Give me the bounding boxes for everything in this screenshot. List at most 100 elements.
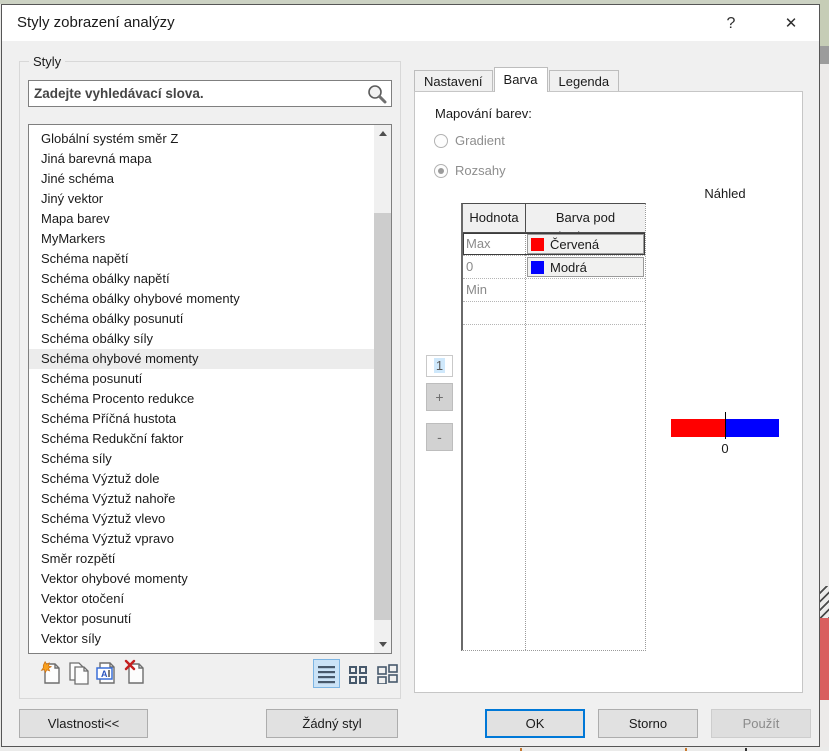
preview-zero-label: 0 bbox=[695, 441, 755, 456]
background-fragment bbox=[820, 586, 829, 618]
style-list-item[interactable]: Vektor ohybové momenty bbox=[29, 569, 374, 589]
style-list-item[interactable]: Schéma Redukční faktor bbox=[29, 429, 374, 449]
add-row-button[interactable]: + bbox=[426, 383, 453, 411]
style-list-item[interactable]: Jiný vektor bbox=[29, 189, 374, 209]
row-count-field[interactable]: 1 bbox=[426, 355, 453, 377]
ranges-radio[interactable]: Rozsahy bbox=[434, 163, 506, 178]
no-style-button[interactable]: Žádný styl bbox=[266, 709, 398, 738]
background-app-bottom-strip bbox=[0, 747, 829, 751]
style-list-item[interactable]: Globální systém směr Z bbox=[29, 129, 374, 149]
rename-style-icon[interactable]: A bbox=[95, 659, 120, 688]
table-row[interactable] bbox=[463, 302, 645, 325]
color-cell[interactable]: Modrá bbox=[526, 256, 645, 278]
style-list-item[interactable]: Vektor síly bbox=[29, 629, 374, 649]
small-icons-view-icon[interactable] bbox=[344, 659, 371, 688]
color-cell[interactable] bbox=[526, 302, 645, 324]
radio-checked-icon[interactable] bbox=[434, 164, 448, 178]
style-list-item[interactable]: Schéma Příčná hustota bbox=[29, 409, 374, 429]
style-list-items: Globální systém směr ZJiná barevná mapaJ… bbox=[29, 129, 374, 653]
style-list-item[interactable]: Schéma obálky ohybové momenty bbox=[29, 289, 374, 309]
preview-bar-negative-segment bbox=[671, 419, 725, 437]
analysis-display-styles-dialog: Styly zobrazení analýzy ? ✕ Styly Zadejt… bbox=[1, 4, 820, 747]
color-column-header[interactable]: Barva pod hodnotou bbox=[526, 204, 645, 232]
style-list-item[interactable]: Směr rozpětí bbox=[29, 549, 374, 569]
scroll-down-icon[interactable] bbox=[374, 636, 391, 653]
titlebar[interactable]: Styly zobrazení analýzy ? ✕ bbox=[2, 5, 819, 41]
style-list-item[interactable]: Schéma Výztuž dole bbox=[29, 469, 374, 489]
scrollbar-thumb[interactable] bbox=[374, 213, 391, 620]
close-button[interactable]: ✕ bbox=[774, 11, 808, 37]
style-list-item[interactable]: Jiná barevná mapa bbox=[29, 149, 374, 169]
color-cell[interactable] bbox=[526, 279, 645, 301]
ranges-radio-label: Rozsahy bbox=[455, 163, 506, 178]
cancel-button[interactable]: Storno bbox=[598, 709, 698, 738]
value-column-header[interactable]: Hodnota bbox=[463, 204, 526, 232]
style-list-item[interactable]: Schéma napětí bbox=[29, 249, 374, 269]
color-picker-button[interactable]: Modrá bbox=[527, 257, 644, 277]
radio-icon[interactable] bbox=[434, 134, 448, 148]
list-scrollbar[interactable] bbox=[374, 125, 391, 653]
style-list-item[interactable]: Schéma obálky posunutí bbox=[29, 309, 374, 329]
preview-bar-positive-segment bbox=[725, 419, 779, 437]
background-app-right-strip bbox=[820, 0, 829, 751]
new-style-icon[interactable] bbox=[39, 659, 64, 688]
value-cell[interactable]: Min bbox=[463, 279, 526, 301]
style-list-item[interactable]: Schéma Výztuž nahoře bbox=[29, 489, 374, 509]
background-fragment bbox=[820, 0, 829, 46]
color-mapping-label: Mapování barev: bbox=[435, 106, 532, 121]
background-fragment bbox=[820, 618, 829, 700]
style-list-item[interactable]: Schéma obálky síly bbox=[29, 329, 374, 349]
list-view-icon[interactable] bbox=[313, 659, 340, 688]
style-list-item[interactable]: Schéma Výztuž vpravo bbox=[29, 529, 374, 549]
remove-row-button[interactable]: - bbox=[426, 423, 453, 451]
style-list-item[interactable]: Schéma ohybové momenty bbox=[29, 349, 374, 369]
settings-tabs: Nastavení Barva Legenda bbox=[414, 67, 620, 92]
style-list-item[interactable]: Vektor otočení bbox=[29, 589, 374, 609]
style-list-item[interactable]: Jiné schéma bbox=[29, 169, 374, 189]
styles-groupbox: Styly Zadejte vyhledávací slova. Globáln… bbox=[19, 61, 401, 699]
color-ranges-table: Hodnota Barva pod hodnotou Max Červená bbox=[461, 203, 646, 651]
preview-label: Náhled bbox=[665, 186, 785, 201]
background-fragment bbox=[820, 46, 829, 64]
color-picker-button[interactable]: Červená bbox=[527, 234, 644, 254]
large-icons-view-icon[interactable] bbox=[374, 659, 401, 688]
style-list-item[interactable]: MyMarkers bbox=[29, 229, 374, 249]
style-list-item[interactable]: Schéma Výztuž vlevo bbox=[29, 509, 374, 529]
color-swatch bbox=[531, 238, 544, 251]
scroll-up-icon[interactable] bbox=[374, 125, 391, 142]
style-list-item[interactable]: Mapa barev bbox=[29, 209, 374, 229]
style-toolbar: A bbox=[29, 659, 393, 689]
search-placeholder: Zadejte vyhledávací slova. bbox=[29, 86, 366, 101]
svg-text:A: A bbox=[101, 669, 108, 679]
style-list-item[interactable]: Schéma obálky napětí bbox=[29, 269, 374, 289]
table-row[interactable]: Min bbox=[463, 279, 645, 302]
duplicate-style-icon[interactable] bbox=[67, 659, 92, 688]
color-name-label: Červená bbox=[550, 237, 599, 252]
color-name-label: Modrá bbox=[550, 260, 587, 275]
search-icon[interactable] bbox=[366, 83, 388, 105]
value-cell[interactable]: 0 bbox=[463, 256, 526, 278]
delete-style-icon[interactable] bbox=[123, 659, 148, 688]
style-list-item[interactable]: Schéma Procento redukce bbox=[29, 389, 374, 409]
style-list-item[interactable]: Vektor posunutí bbox=[29, 609, 374, 629]
tab-nastaveni[interactable]: Nastavení bbox=[414, 70, 493, 92]
table-row[interactable]: Max Červená bbox=[463, 233, 645, 256]
table-row[interactable]: 0 Modrá bbox=[463, 256, 645, 279]
style-list-item[interactable]: Schéma posunutí bbox=[29, 369, 374, 389]
color-cell[interactable]: Červená bbox=[526, 233, 645, 255]
table-header-row: Hodnota Barva pod hodnotou bbox=[463, 204, 645, 233]
gradient-radio[interactable]: Gradient bbox=[434, 133, 505, 148]
help-button[interactable]: ? bbox=[714, 11, 748, 37]
tab-barva[interactable]: Barva bbox=[494, 67, 548, 92]
tab-legenda[interactable]: Legenda bbox=[549, 70, 620, 92]
style-list[interactable]: Globální systém směr ZJiná barevná mapaJ… bbox=[28, 124, 392, 654]
value-cell[interactable] bbox=[463, 302, 526, 324]
style-list-item[interactable]: Schéma síly bbox=[29, 449, 374, 469]
properties-button[interactable]: Vlastnosti<< bbox=[19, 709, 148, 738]
color-swatch bbox=[531, 261, 544, 274]
value-cell[interactable]: Max bbox=[463, 233, 526, 255]
ok-button[interactable]: OK bbox=[485, 709, 585, 738]
preview-zero-tick bbox=[725, 412, 726, 439]
color-tab-panel: Mapování barev: Gradient Rozsahy Náhled … bbox=[414, 91, 803, 693]
style-search-input[interactable]: Zadejte vyhledávací slova. bbox=[28, 80, 392, 107]
